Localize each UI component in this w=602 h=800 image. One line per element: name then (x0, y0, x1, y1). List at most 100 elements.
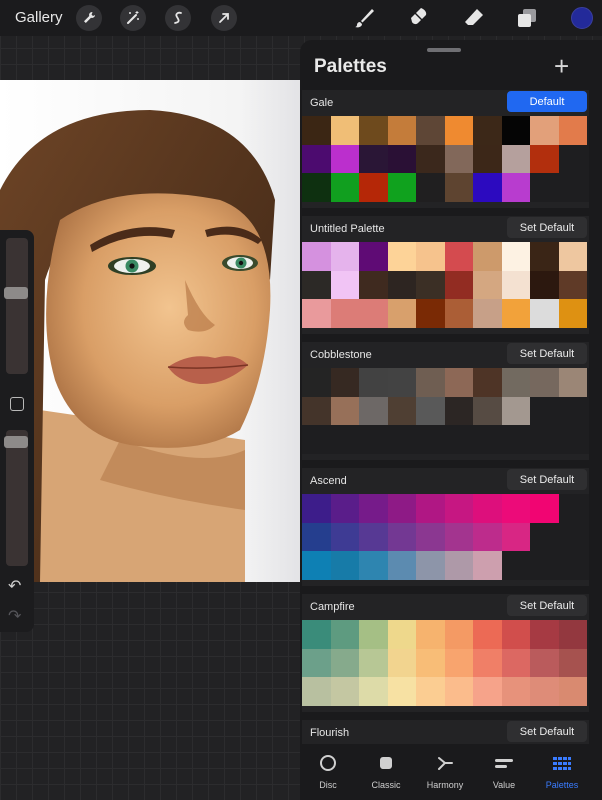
color-swatch[interactable] (416, 494, 445, 523)
tab-value[interactable]: Value (476, 752, 532, 790)
color-swatch[interactable] (330, 242, 359, 271)
color-swatch[interactable] (330, 299, 359, 328)
palette-name[interactable]: Untitled Palette (310, 223, 385, 235)
color-swatch[interactable] (387, 648, 416, 677)
set-default-button[interactable]: Set Default (507, 217, 587, 238)
set-default-button[interactable]: Set Default (507, 343, 587, 364)
color-swatch[interactable] (501, 522, 530, 551)
color-swatch[interactable] (359, 551, 388, 580)
empty-swatch-slot[interactable] (445, 425, 474, 454)
color-swatch[interactable] (501, 270, 530, 299)
color-swatch[interactable] (501, 677, 530, 706)
color-swatch[interactable] (558, 648, 587, 677)
color-swatch[interactable] (558, 299, 587, 328)
color-swatch[interactable] (530, 494, 559, 523)
color-swatch[interactable] (501, 242, 530, 271)
color-swatch[interactable] (330, 648, 359, 677)
wrench-icon[interactable] (76, 5, 102, 31)
color-swatch[interactable] (444, 173, 473, 202)
color-swatch[interactable] (302, 677, 331, 706)
color-swatch[interactable] (473, 116, 502, 145)
magic-wand-icon[interactable] (120, 5, 146, 31)
color-swatch[interactable] (359, 620, 388, 649)
color-swatch[interactable] (387, 396, 416, 425)
color-swatch[interactable] (444, 522, 473, 551)
color-swatch[interactable] (530, 620, 559, 649)
empty-swatch-slot[interactable] (530, 551, 559, 580)
color-swatch[interactable] (530, 368, 559, 397)
color-swatch[interactable] (416, 648, 445, 677)
layers-icon[interactable] (514, 5, 540, 31)
color-swatch[interactable] (501, 620, 530, 649)
color-swatch[interactable] (416, 270, 445, 299)
tab-classic[interactable]: Classic (358, 752, 414, 790)
color-swatch[interactable] (558, 116, 587, 145)
color-swatch[interactable] (330, 116, 359, 145)
color-swatch[interactable] (302, 522, 331, 551)
color-swatch[interactable] (501, 173, 530, 202)
color-swatch[interactable] (444, 620, 473, 649)
color-swatch[interactable] (302, 144, 331, 173)
color-swatch[interactable] (558, 368, 587, 397)
canvas-artwork[interactable] (0, 80, 300, 582)
color-swatch[interactable] (387, 144, 416, 173)
color-swatch[interactable] (416, 144, 445, 173)
color-swatch[interactable] (501, 648, 530, 677)
color-swatch[interactable] (387, 270, 416, 299)
color-swatch[interactable] (501, 116, 530, 145)
empty-swatch-slot[interactable] (502, 551, 531, 580)
empty-swatch-slot[interactable] (473, 425, 502, 454)
tab-harmony[interactable]: Harmony (417, 752, 473, 790)
color-swatch[interactable] (473, 620, 502, 649)
undo-icon[interactable]: ↶ (8, 576, 21, 596)
empty-swatch-slot[interactable] (559, 397, 588, 426)
color-swatch[interactable] (444, 494, 473, 523)
tab-palettes[interactable]: Palettes (534, 752, 590, 790)
brush-size-slider[interactable] (6, 238, 28, 374)
default-palette-button[interactable]: Default (507, 91, 587, 112)
color-swatch[interactable] (387, 522, 416, 551)
color-swatch[interactable] (387, 173, 416, 202)
palette-card[interactable]: Campfire Set Default (302, 594, 589, 712)
color-swatch[interactable] (444, 677, 473, 706)
color-swatch[interactable] (501, 494, 530, 523)
color-swatch[interactable] (473, 396, 502, 425)
color-swatch[interactable] (473, 551, 502, 580)
color-swatch[interactable] (387, 299, 416, 328)
color-swatch[interactable] (359, 173, 388, 202)
color-swatch[interactable] (473, 522, 502, 551)
color-swatch[interactable] (359, 396, 388, 425)
color-swatch[interactable] (444, 551, 473, 580)
color-swatch[interactable] (416, 368, 445, 397)
set-default-button[interactable]: Set Default (507, 721, 587, 742)
color-swatch[interactable] (558, 620, 587, 649)
palette-name[interactable]: Campfire (310, 601, 355, 613)
color-swatch[interactable] (302, 620, 331, 649)
color-swatch[interactable] (416, 173, 445, 202)
color-swatch[interactable] (444, 368, 473, 397)
color-swatch[interactable] (330, 677, 359, 706)
empty-swatch-slot[interactable] (530, 397, 559, 426)
color-swatch[interactable] (359, 677, 388, 706)
set-default-button[interactable]: Set Default (507, 469, 587, 490)
color-swatch[interactable] (416, 242, 445, 271)
color-swatch[interactable] (330, 270, 359, 299)
brush-icon[interactable] (351, 5, 377, 31)
color-swatch[interactable] (416, 522, 445, 551)
color-swatch[interactable] (444, 116, 473, 145)
palette-card[interactable]: Gale Default (302, 90, 589, 208)
tab-disc[interactable]: Disc (300, 752, 356, 790)
color-swatch[interactable] (530, 648, 559, 677)
color-swatch[interactable] (473, 299, 502, 328)
empty-swatch-slot[interactable] (530, 523, 559, 552)
color-swatch[interactable] (330, 173, 359, 202)
color-swatch[interactable] (359, 522, 388, 551)
color-swatch[interactable] (530, 116, 559, 145)
palette-card[interactable]: Cobblestone Set Default (302, 342, 589, 460)
color-swatch[interactable] (359, 270, 388, 299)
empty-swatch-slot[interactable] (559, 523, 588, 552)
color-swatch[interactable] (416, 677, 445, 706)
color-swatch[interactable] (501, 299, 530, 328)
color-swatch[interactable] (530, 270, 559, 299)
color-swatch[interactable] (387, 368, 416, 397)
